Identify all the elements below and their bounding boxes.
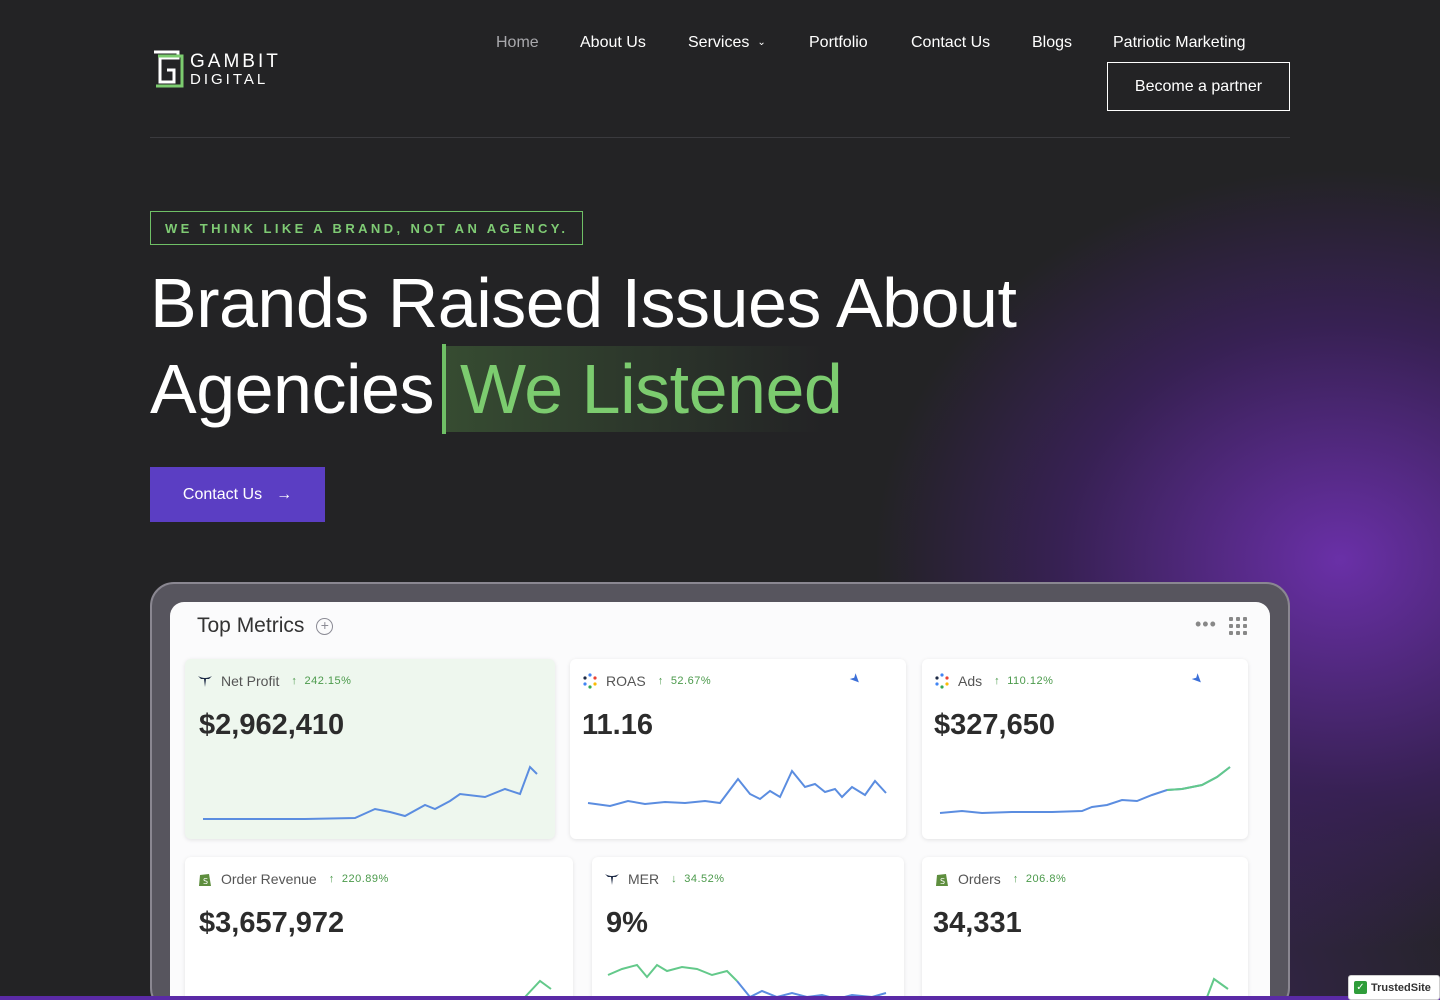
nav-contact-us[interactable]: Contact Us (911, 34, 990, 52)
metric-card-mer[interactable]: MER ↓ 34.52% 9% (592, 857, 904, 1000)
metric-card-orders[interactable]: S Orders ↑ 206.8% 34,331 (922, 857, 1248, 1000)
dashboard-screen: Top Metrics + ••• Net Profit ↑ 242.15% $… (170, 602, 1270, 1000)
shopify-icon: S (199, 874, 211, 886)
main-nav: Home About Us Services ⌄ Portfolio Contac… (0, 34, 1440, 56)
become-partner-button[interactable]: Become a partner (1107, 62, 1290, 111)
bottom-accent-bar (0, 996, 1440, 1000)
chevron-down-icon: ⌄ (757, 37, 766, 48)
metric-delta: ↑ 220.89% (328, 873, 389, 885)
nav-patriotic-marketing[interactable]: Patriotic Marketing (1113, 34, 1246, 52)
trustedsite-badge[interactable]: ✓ TrustedSite (1348, 975, 1440, 1000)
metric-value: $327,650 (934, 709, 1055, 741)
shopify-icon: S (936, 874, 948, 886)
google-dots-icon (583, 673, 597, 689)
metric-card-ads[interactable]: Ads ↑ 110.12% ➤ $327,650 (922, 659, 1248, 839)
svg-text:S: S (940, 877, 945, 886)
contact-us-label: Contact Us (182, 485, 263, 503)
sparkline-chart (607, 963, 887, 1000)
pin-icon[interactable]: ➤ (1188, 669, 1207, 688)
metric-card-roas[interactable]: ROAS ↑ 52.67% ➤ 11.16 (570, 659, 906, 839)
metric-delta: ↑ 206.8% (1012, 873, 1067, 885)
apps-grid-icon[interactable] (1229, 617, 1247, 635)
metric-delta: ↓ 34.52% (671, 873, 725, 885)
metric-label: Order Revenue (221, 871, 317, 887)
headline-accent: We Listened (441, 344, 843, 434)
check-icon: ✓ (1354, 981, 1367, 994)
sparkline-chart (203, 765, 538, 820)
nav-blogs[interactable]: Blogs (1032, 34, 1072, 52)
trustedsite-label: TrustedSite (1371, 981, 1431, 994)
google-dots-icon (935, 673, 949, 689)
nav-about-us[interactable]: About Us (580, 34, 646, 52)
contact-us-button[interactable]: Contact Us → (150, 467, 325, 522)
arrow-right-icon: → (276, 485, 293, 503)
metric-delta: ↑ 242.15% (291, 675, 352, 687)
metric-value: 9% (606, 907, 648, 939)
metric-label: Orders (958, 871, 1001, 887)
hero-tagline: WE THINK LIKE A BRAND, NOT AN AGENCY. (150, 211, 584, 245)
hero-headline: Brands Raised Issues About Agencies We Li… (150, 260, 1017, 434)
add-circle-icon[interactable]: + (316, 617, 334, 635)
metric-value: $3,657,972 (199, 907, 345, 939)
nav-home[interactable]: Home (496, 34, 539, 52)
metric-label: MER (628, 871, 660, 887)
dashboard-title-row: Top Metrics + (197, 614, 334, 638)
headline-line-1: Brands Raised Issues About (150, 264, 1017, 342)
metric-label: ROAS (606, 673, 646, 689)
header-divider (150, 137, 1290, 138)
nav-services[interactable]: Services ⌄ (688, 34, 766, 52)
headline-line-2: Agencies (150, 350, 434, 428)
metric-delta: ↑ 110.12% (994, 675, 1054, 687)
dashboard-title: Top Metrics (197, 614, 305, 637)
logo-text-digital: DIGITAL (190, 70, 269, 88)
nav-portfolio[interactable]: Portfolio (809, 34, 868, 52)
metric-label: Ads (958, 673, 983, 689)
svg-text:S: S (203, 877, 208, 886)
metric-value: 11.16 (582, 709, 653, 741)
nav-services-label: Services (688, 34, 750, 51)
more-options-icon[interactable]: ••• (1195, 614, 1217, 635)
pin-icon[interactable]: ➤ (846, 669, 865, 688)
triple-whale-icon (198, 676, 212, 687)
sparkline-chart (939, 766, 1231, 815)
metric-label: Net Profit (221, 673, 280, 689)
metric-card-net-profit[interactable]: Net Profit ↑ 242.15% $2,962,410 (185, 659, 555, 839)
metric-card-order-revenue[interactable]: S Order Revenue ↑ 220.89% $3,657,972 (185, 857, 573, 1000)
metric-value: 34,331 (933, 907, 1022, 939)
sparkline-chart (587, 769, 887, 808)
triple-whale-icon (605, 874, 619, 885)
metric-delta: ↑ 52.67% (657, 675, 712, 687)
metric-value: $2,962,410 (199, 709, 345, 741)
